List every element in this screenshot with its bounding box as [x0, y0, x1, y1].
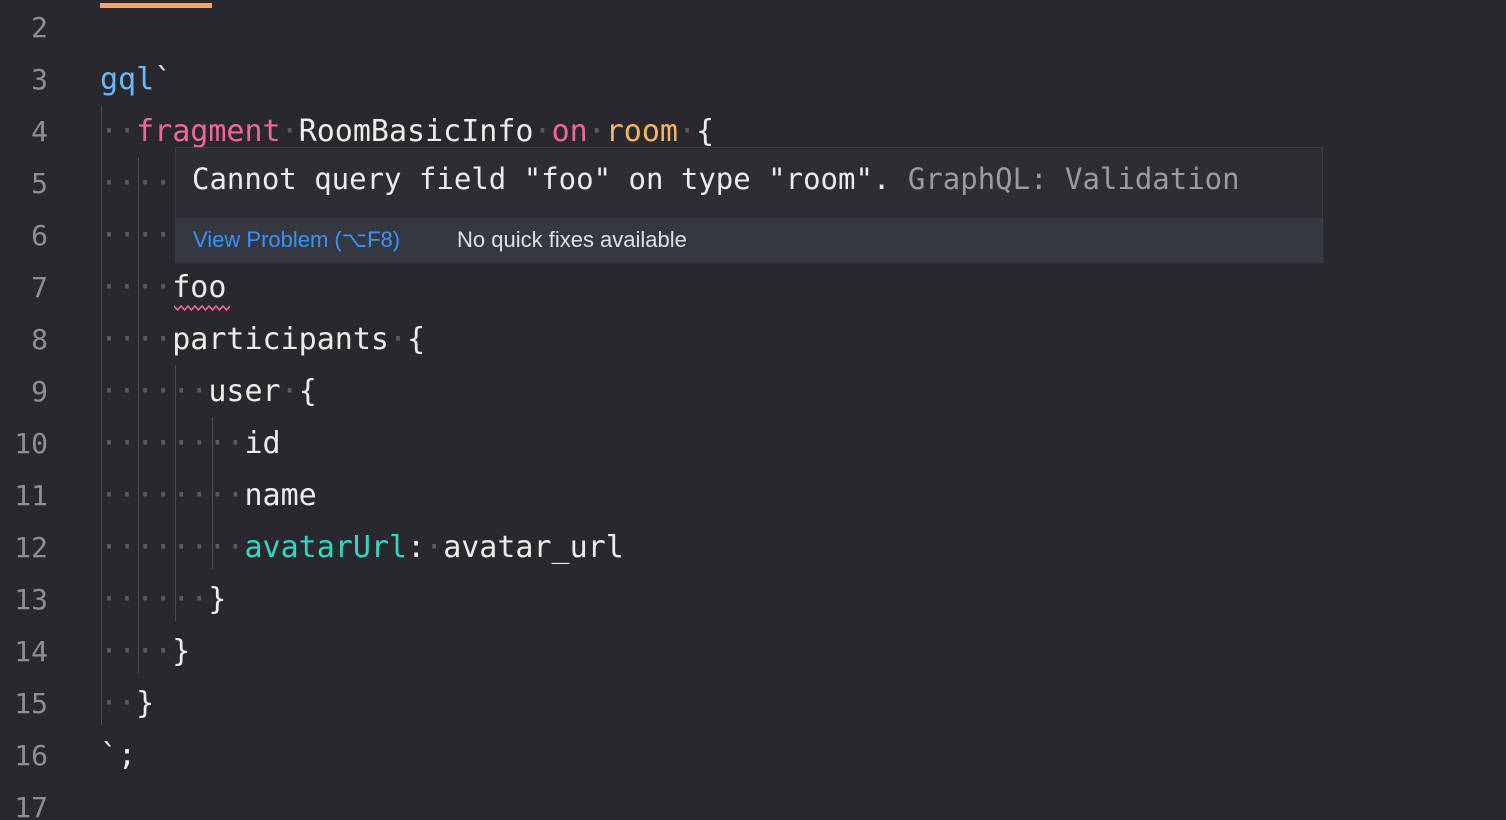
code-line[interactable]: 3 gql` [0, 54, 1506, 106]
line-content[interactable]: ···· [100, 158, 172, 210]
line-number: 6 [31, 219, 48, 252]
whitespace-marker: ········ [100, 426, 245, 461]
code-line[interactable]: 14 ····} [0, 626, 1506, 678]
whitespace-marker: · [389, 322, 408, 357]
line-content[interactable]: ······} [100, 574, 226, 626]
line-content[interactable]: ········id [100, 418, 281, 470]
code-token: RoomBasicInfo [298, 114, 534, 149]
line-number: 11 [14, 479, 48, 512]
whitespace-marker: ········ [100, 530, 245, 565]
code-token: user [208, 374, 281, 409]
whitespace-marker: ·· [100, 114, 137, 149]
view-problem-link[interactable]: View Problem (⌥F8) [193, 227, 400, 253]
code-line[interactable]: 10 ········id [0, 418, 1506, 470]
code-token: : [407, 530, 426, 565]
line-content[interactable]: ······user·{ [100, 366, 317, 418]
code-token: { [298, 374, 317, 409]
whitespace-marker: ···· [100, 634, 173, 669]
whitespace-marker: ···· [100, 270, 173, 305]
line-number: 4 [31, 115, 48, 148]
line-number: 15 [14, 687, 48, 720]
line-content[interactable]: ········name [100, 470, 317, 522]
whitespace-marker: · [425, 530, 444, 565]
indent-guide [175, 365, 176, 621]
code-line[interactable]: 16 `; [0, 730, 1506, 782]
code-line[interactable]: 8 ····participants·{ [0, 314, 1506, 366]
code-token: avatar_url [443, 530, 624, 565]
code-token: foo [172, 270, 227, 305]
code-token: ` [154, 62, 173, 97]
whitespace-marker: ···· [100, 218, 173, 253]
error-squiggle [174, 305, 230, 311]
line-number: 16 [14, 739, 48, 772]
code-token: } [208, 582, 227, 617]
line-number: 13 [14, 583, 48, 616]
line-number: 14 [14, 635, 48, 668]
code-token: name [244, 478, 317, 513]
line-number: 17 [14, 791, 48, 820]
line-number: 7 [31, 271, 48, 304]
code-token: } [172, 634, 191, 669]
line-content[interactable]: ····participants·{ [100, 314, 425, 366]
line-content[interactable]: ····} [100, 626, 190, 678]
code-token: { [407, 322, 426, 357]
line-number: 3 [31, 63, 48, 96]
code-token: avatarUrl [244, 530, 408, 565]
diagnostic-hover-widget[interactable]: Cannot query field "foo" on type "room".… [175, 147, 1323, 263]
code-editor[interactable]: 2 3 gql` 4 ··fragment·RoomBasicInfo·on·room·… [0, 0, 1506, 820]
whitespace-marker: ······ [100, 374, 209, 409]
code-line[interactable]: 11 ········name [0, 470, 1506, 522]
line-content[interactable]: ········avatarUrl:·avatar_url [100, 522, 624, 574]
whitespace-marker: ········ [100, 478, 245, 513]
diagnostic-source: GraphQL: Validation [907, 162, 1240, 196]
line-number: 5 [31, 167, 48, 200]
line-number: 10 [14, 427, 48, 460]
no-quick-fixes-label: No quick fixes available [457, 227, 687, 252]
code-line[interactable]: 9 ······user·{ [0, 366, 1506, 418]
code-token: id [244, 426, 281, 461]
line-number: 9 [31, 375, 48, 408]
line-content[interactable]: ···· [100, 210, 172, 262]
whitespace-marker: ·· [100, 686, 137, 721]
code-token: gql [100, 62, 155, 97]
diagnostic-message-text: Cannot query field "foo" on type "room". [192, 162, 891, 196]
code-token: fragment [136, 114, 281, 149]
hover-status-bar: View Problem (⌥F8) No quick fixes availa… [176, 218, 1322, 263]
line-content[interactable]: gql` [100, 54, 172, 106]
code-line[interactable]: 12 ········avatarUrl:·avatar_url [0, 522, 1506, 574]
code-token: room [605, 114, 678, 149]
line-content[interactable]: ··} [100, 678, 154, 730]
line-content[interactable]: `; [100, 730, 136, 782]
whitespace-marker: · [678, 114, 697, 149]
line-number: 2 [31, 11, 48, 44]
code-token: participants [172, 322, 389, 357]
line-number: 12 [14, 531, 48, 564]
code-line[interactable]: 13 ······} [0, 574, 1506, 626]
code-token: } [136, 686, 155, 721]
whitespace-marker: · [280, 374, 299, 409]
code-line[interactable]: 2 [0, 2, 1506, 54]
whitespace-marker: ···· [100, 322, 173, 357]
code-line[interactable]: 17 [0, 782, 1506, 820]
whitespace-marker: · [533, 114, 552, 149]
code-token: on [551, 114, 588, 149]
code-token: `; [100, 738, 137, 773]
whitespace-marker: · [587, 114, 606, 149]
code-token: { [696, 114, 715, 149]
indent-guide [212, 417, 213, 569]
whitespace-marker: · [280, 114, 299, 149]
whitespace-marker: ······ [100, 582, 209, 617]
whitespace-marker: ···· [100, 166, 173, 201]
code-line[interactable]: 15 ··} [0, 678, 1506, 730]
line-number: 8 [31, 323, 48, 356]
indent-guide [138, 157, 139, 673]
diagnostic-message: Cannot query field "foo" on type "room".… [192, 162, 1240, 196]
indent-guide [101, 105, 102, 725]
